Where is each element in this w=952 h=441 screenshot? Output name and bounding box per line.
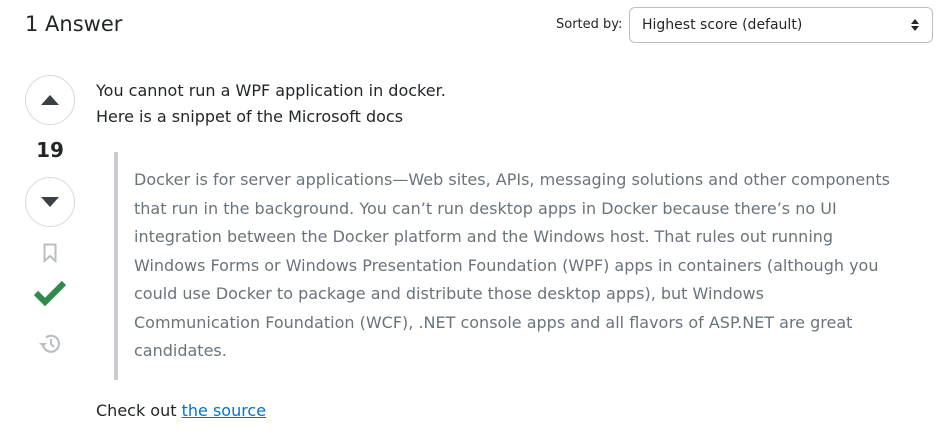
- sort-value: Highest score (default): [642, 17, 803, 33]
- answer-footer: Check out the source: [96, 401, 266, 420]
- sort-label: Sorted by:: [556, 17, 623, 32]
- answer-line: Here is a snippet of the Microsoft docs: [96, 107, 404, 126]
- source-link[interactable]: the source: [182, 401, 266, 420]
- vote-score: 19: [36, 138, 64, 162]
- blockquote: Docker is for server applications—Web si…: [114, 152, 894, 380]
- footer-text: Check out: [96, 401, 182, 420]
- sort-select[interactable]: Highest score (default): [629, 7, 933, 43]
- arrow-down-icon: [41, 197, 59, 207]
- arrow-up-icon: [41, 95, 59, 105]
- upvote-button[interactable]: [25, 75, 75, 125]
- downvote-button[interactable]: [25, 177, 75, 227]
- accepted-check-icon: [34, 280, 66, 306]
- answer-body: You cannot run a WPF application in dock…: [96, 78, 916, 130]
- history-icon[interactable]: [38, 333, 62, 355]
- select-arrows-icon: [911, 19, 919, 31]
- answers-count-heading: 1 Answer: [25, 12, 123, 36]
- answer-line: You cannot run a WPF application in dock…: [96, 81, 446, 100]
- bookmark-icon[interactable]: [43, 243, 57, 263]
